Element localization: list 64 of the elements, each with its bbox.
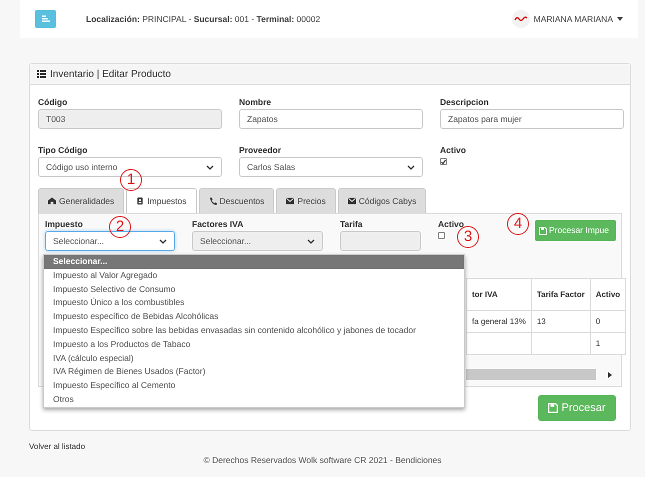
checkbox[interactable] (440, 158, 447, 165)
checkbox[interactable] (438, 232, 445, 239)
dropdown-option[interactable]: IVA Régimen de Bienes Usados (Factor) (44, 365, 464, 380)
card-title: Inventario | Editar Producto (50, 68, 171, 82)
tab[interactable]: Generalidades (38, 188, 124, 213)
column-header: tor IVA (466, 278, 532, 310)
chevron-icon (407, 164, 415, 170)
column-header: Tarifa Factor (531, 278, 590, 310)
annotation-number: 3 (457, 226, 479, 248)
table-cell: 13 (531, 310, 590, 332)
chevron-icon (307, 238, 315, 244)
save-icon (548, 403, 558, 413)
user-avatar (512, 10, 530, 28)
dropdown-option[interactable]: Impuesto específico de Bebidas Alcohólicas (44, 310, 464, 324)
menu-icon (40, 14, 50, 24)
chevron-icon (206, 164, 214, 170)
field-label: Tarifa (340, 219, 363, 230)
home-icon (48, 197, 56, 205)
annotation-number: 2 (109, 216, 131, 238)
user-menu[interactable]: MARIANA MARIANA (534, 12, 623, 26)
id-card-icon (136, 197, 144, 205)
dropdown-option[interactable]: Impuesto Específico sobre las bebidas envasadas sin contenido alcohólico y jabones de tocador (44, 324, 464, 338)
dropdown-option[interactable]: Impuesto al Valor Agregado (44, 268, 464, 283)
field-label: Activo (440, 145, 466, 156)
dropdown-option[interactable]: Impuesto Selectivo de Consumo (44, 282, 464, 296)
table-cell: 0 (590, 310, 626, 332)
dropdown-option[interactable]: Seleccionar... (44, 255, 464, 269)
select-field[interactable]: Carlos Salas (239, 157, 423, 177)
select-field[interactable]: Seleccionar... (45, 231, 175, 251)
tab[interactable]: Códigos Cabys (338, 188, 426, 213)
menu-button[interactable] (35, 10, 56, 28)
dropdown-option[interactable]: Impuesto a los Productos de Tabaco (44, 338, 464, 352)
dropdown-option[interactable]: IVA (cálculo especial) (44, 352, 464, 366)
field-label: Descripcion (440, 97, 489, 108)
dropdown-option[interactable]: Impuesto Único a los combustibles (44, 296, 464, 310)
phone-icon (208, 197, 217, 205)
tab[interactable]: Precios (276, 188, 336, 213)
tab[interactable]: Impuestos (126, 188, 197, 213)
field-label: Código (38, 97, 68, 108)
location-info: Localización: PRINCIPAL - Sucursal: 001 - Terminal: 00002 (86, 12, 320, 26)
tab[interactable]: Descuentos (198, 188, 274, 213)
envelope-icon (286, 197, 294, 205)
field-label: Impuesto (45, 219, 83, 230)
chevron-icon (159, 238, 167, 244)
save-icon (539, 226, 547, 234)
field-label: Tipo Código (38, 145, 88, 156)
field-label: Nombre (239, 97, 272, 108)
envelope-icon (348, 197, 356, 205)
footer-text: © Derechos Reservados Wolk software CR 2021 - Bendiciones (203, 455, 442, 466)
input-field[interactable]: Zapatos (239, 109, 423, 129)
dropdown-option[interactable]: Otros (44, 392, 464, 407)
table-cell: 1 (590, 332, 626, 354)
input-field[interactable]: Zapatos para mujer (440, 109, 624, 129)
field-label: Proveedor (239, 145, 282, 156)
scroll-right-icon[interactable] (608, 372, 612, 378)
annotation-number: 4 (507, 213, 529, 235)
back-link[interactable]: Volver al listado (29, 441, 86, 452)
field-label: Factores IVA (192, 219, 244, 230)
table-cell: fa general 13% (466, 310, 532, 332)
annotation-number: 1 (120, 169, 142, 191)
column-header: Activo (590, 278, 626, 310)
dropdown-option[interactable]: Impuesto Específico al Cemento (44, 379, 464, 393)
list-icon (37, 70, 46, 78)
caret-icon (617, 17, 623, 21)
